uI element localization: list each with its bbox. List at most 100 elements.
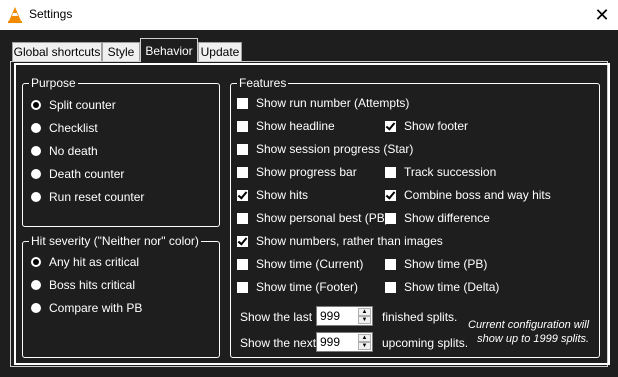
spin-up-icon[interactable]: ▲: [358, 308, 371, 316]
tab-label: Behavior: [145, 43, 193, 58]
radio-indicator[interactable]: [31, 146, 41, 156]
tab-style[interactable]: Style: [102, 42, 140, 61]
checkbox-label: Show difference: [404, 211, 490, 225]
checkbox-box[interactable]: [385, 166, 396, 178]
radio-boss-hits-critical[interactable]: Boss hits critical: [31, 278, 135, 292]
checkbox-box[interactable]: [237, 143, 248, 155]
check-show-time-footer[interactable]: Show time (Footer): [237, 280, 358, 294]
checkbox-label: Show headline: [256, 119, 335, 133]
purpose-legend: Purpose: [29, 76, 78, 90]
features-legend: Features: [237, 76, 289, 90]
radio-indicator[interactable]: [31, 192, 41, 202]
check-show-numbers[interactable]: Show numbers, rather than images: [237, 234, 443, 248]
checkbox-label: Show time (Current): [256, 257, 364, 271]
note-line-1: Current configuration will: [468, 319, 590, 331]
radio-split-counter[interactable]: Split counter: [31, 98, 116, 112]
checkbox-box[interactable]: [237, 235, 248, 247]
spin-down-icon[interactable]: ▼: [358, 316, 371, 324]
check-show-hits[interactable]: Show hits: [237, 188, 308, 202]
checkbox-label: Track succession: [404, 165, 497, 179]
check-show-footer[interactable]: Show footer: [385, 119, 468, 133]
check-show-session-progress[interactable]: Show session progress (Star): [237, 142, 413, 156]
next-splits-stepper[interactable]: ▲ ▼: [316, 332, 373, 352]
next-splits-prefix: Show the next: [240, 336, 317, 350]
check-track-succession[interactable]: Track succession: [385, 165, 496, 179]
last-splits-stepper[interactable]: ▲ ▼: [316, 306, 373, 326]
radio-indicator[interactable]: [31, 169, 41, 179]
radio-indicator[interactable]: [31, 280, 41, 290]
radio-label: Checklist: [49, 121, 98, 135]
tab-label: Global shortcuts: [13, 45, 101, 59]
radio-run-reset-counter[interactable]: Run reset counter: [31, 190, 144, 204]
next-splits-suffix: upcoming splits.: [382, 336, 469, 350]
checkbox-box[interactable]: [237, 281, 248, 293]
checkbox-box[interactable]: [385, 281, 396, 293]
window-title: Settings: [29, 7, 73, 21]
checkbox-label: Show progress bar: [256, 165, 357, 179]
checkbox-label: Show time (Delta): [404, 280, 500, 294]
check-show-time-current[interactable]: Show time (Current): [237, 257, 363, 271]
checkbox-box[interactable]: [237, 166, 248, 178]
radio-label: Compare with PB: [49, 301, 143, 315]
radio-no-death[interactable]: No death: [31, 144, 98, 158]
radio-indicator[interactable]: [31, 257, 41, 267]
spin-buttons: ▲ ▼: [358, 334, 371, 350]
last-splits-suffix: finished splits.: [382, 310, 458, 324]
radio-label: Run reset counter: [49, 190, 145, 204]
radio-indicator[interactable]: [31, 100, 41, 110]
checkbox-box[interactable]: [385, 258, 396, 270]
checkbox-label: Show hits: [256, 188, 309, 202]
radio-indicator[interactable]: [31, 123, 41, 133]
configuration-note: Current configuration will show up to 19…: [468, 318, 589, 346]
hit-severity-legend: Hit severity ("Neither nor" color): [29, 234, 201, 248]
check-show-personal-best[interactable]: Show personal best (PB): [237, 211, 389, 225]
checkbox-box[interactable]: [237, 212, 248, 224]
check-show-time-delta[interactable]: Show time (Delta): [385, 280, 499, 294]
checkbox-label: Show time (PB): [404, 257, 488, 271]
close-button[interactable]: ✕: [590, 4, 614, 26]
checkbox-box[interactable]: [385, 120, 396, 132]
checkbox-label: Combine boss and way hits: [404, 188, 551, 202]
tab-behavior[interactable]: Behavior: [140, 38, 198, 62]
title-bar: Settings ✕: [0, 0, 618, 30]
checkbox-label: Show numbers, rather than images: [256, 234, 443, 248]
checkbox-box[interactable]: [237, 189, 248, 201]
checkbox-label: Show footer: [404, 119, 469, 133]
checkbox-label: Show personal best (PB): [256, 211, 389, 225]
radio-label: Death counter: [49, 167, 125, 181]
check-show-headline[interactable]: Show headline: [237, 119, 335, 133]
tab-label: Style: [107, 45, 135, 59]
tab-update[interactable]: Update: [198, 42, 242, 61]
check-combine-boss-way[interactable]: Combine boss and way hits: [385, 188, 551, 202]
last-splits-input[interactable]: [317, 308, 360, 324]
spin-up-icon[interactable]: ▲: [358, 334, 371, 342]
cone-icon: [8, 7, 22, 23]
radio-death-counter[interactable]: Death counter: [31, 167, 124, 181]
checkbox-box[interactable]: [237, 258, 248, 270]
radio-indicator[interactable]: [31, 303, 41, 313]
radio-label: Split counter: [49, 98, 116, 112]
tab-label: Update: [200, 45, 240, 59]
radio-label: No death: [49, 144, 98, 158]
checkbox-box[interactable]: [385, 189, 396, 201]
check-show-difference[interactable]: Show difference: [385, 211, 490, 225]
check-show-time-pb[interactable]: Show time (PB): [385, 257, 487, 271]
next-splits-input[interactable]: [317, 334, 360, 350]
close-icon: ✕: [594, 4, 610, 25]
spin-buttons: ▲ ▼: [358, 308, 371, 324]
checkbox-label: Show time (Footer): [256, 280, 359, 294]
checkbox-box[interactable]: [237, 97, 248, 109]
radio-compare-with-pb[interactable]: Compare with PB: [31, 301, 142, 315]
checkbox-label: Show run number (Attempts): [256, 96, 410, 110]
checkbox-box[interactable]: [237, 120, 248, 132]
check-show-run-number[interactable]: Show run number (Attempts): [237, 96, 409, 110]
radio-checklist[interactable]: Checklist: [31, 121, 98, 135]
spin-down-icon[interactable]: ▼: [358, 342, 371, 350]
check-show-progress-bar[interactable]: Show progress bar: [237, 165, 357, 179]
tab-global-shortcuts[interactable]: Global shortcuts: [12, 42, 102, 61]
radio-any-hit-critical[interactable]: Any hit as critical: [31, 255, 139, 269]
checkbox-label: Show session progress (Star): [256, 142, 414, 156]
note-line-2: show up to 1999 splits.: [477, 333, 590, 345]
radio-label: Boss hits critical: [49, 278, 136, 292]
checkbox-box[interactable]: [385, 212, 396, 224]
